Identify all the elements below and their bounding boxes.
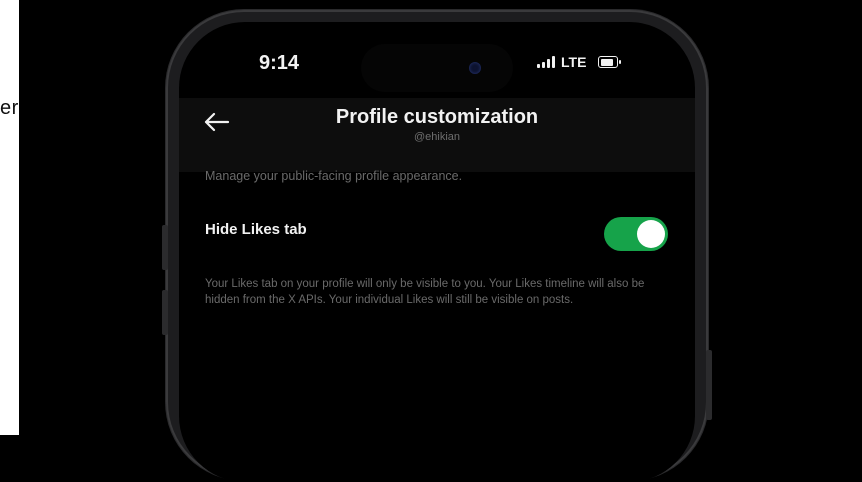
phone-side-button xyxy=(162,290,168,335)
toggle-knob xyxy=(637,220,665,248)
status-indicators: LTE xyxy=(537,54,622,70)
hide-likes-help-text: Your Likes tab on your profile will only… xyxy=(205,278,645,307)
background-page-strip xyxy=(0,0,19,435)
page-title: Profile customization xyxy=(335,106,539,128)
camera-icon xyxy=(469,62,481,74)
phone-power-button xyxy=(706,350,712,420)
dynamic-island xyxy=(361,44,513,92)
network-label: LTE xyxy=(561,54,587,70)
signal-icon xyxy=(537,56,555,68)
hide-likes-toggle[interactable] xyxy=(604,217,668,251)
account-handle: @ehikian xyxy=(413,131,461,143)
background-page-text: er xyxy=(0,97,19,119)
hide-likes-label: Hide Likes tab xyxy=(205,221,307,238)
phone-side-button xyxy=(162,225,168,270)
page-description: Manage your public-facing profile appear… xyxy=(205,169,463,183)
phone-screen: 9:14 LTE Profile customization @ehikian … xyxy=(179,22,695,482)
status-time: 9:14 xyxy=(259,52,300,74)
battery-icon xyxy=(598,56,622,68)
